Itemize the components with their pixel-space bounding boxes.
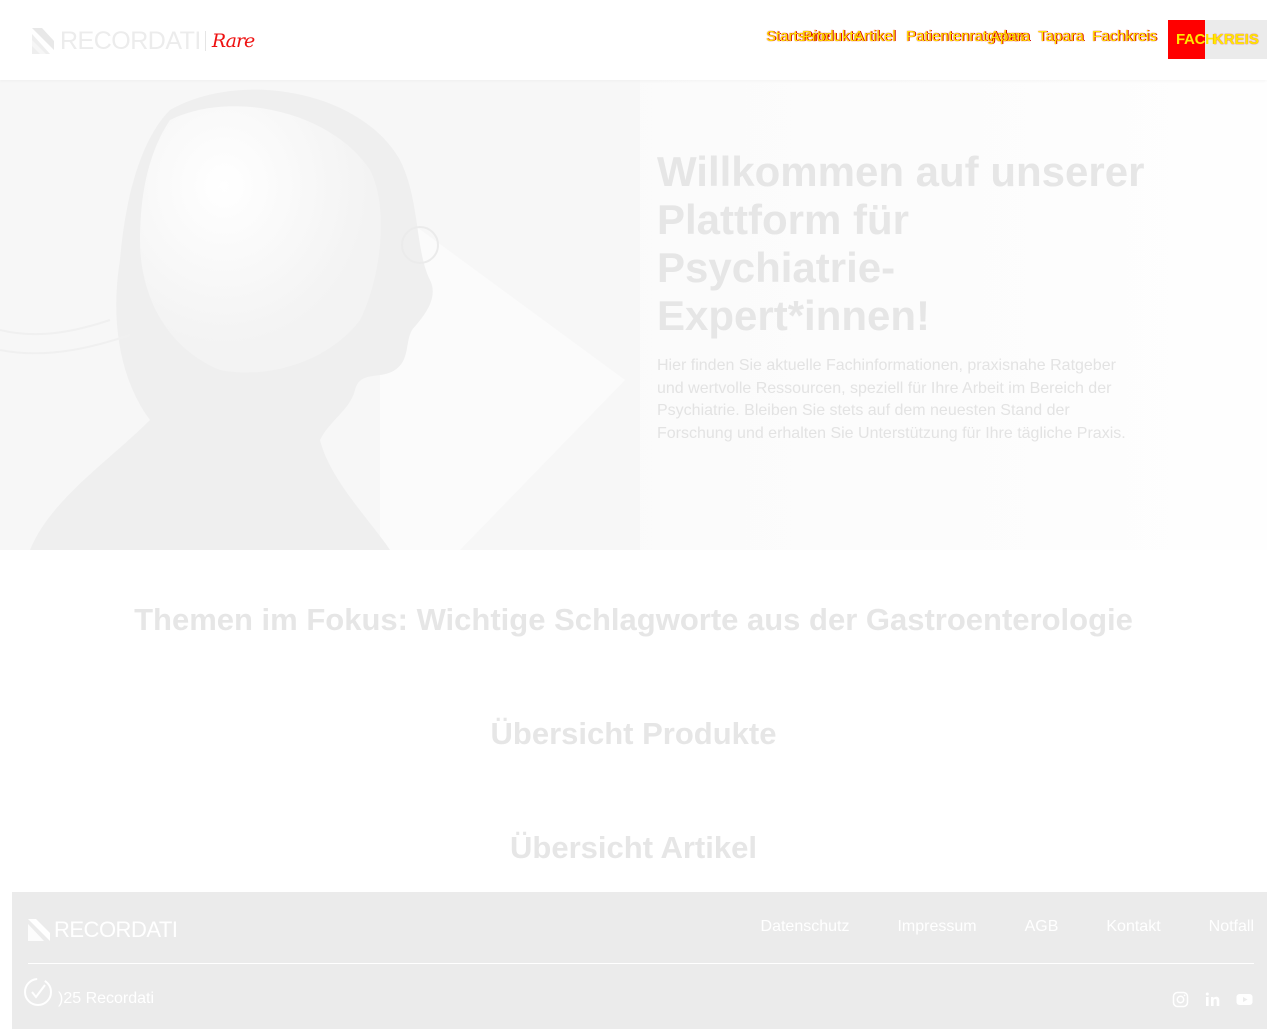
nav-item-artikel[interactable]: Artikel xyxy=(854,28,896,45)
footer-link-agb[interactable]: AGB xyxy=(1025,918,1059,936)
hero-description: Hier finden Sie aktuelle Fachinformation… xyxy=(657,357,1126,442)
hero-section: Willkommen auf unserer Plattform für Psy… xyxy=(0,80,1267,550)
footer-link-notfall[interactable]: Notfall xyxy=(1209,918,1254,936)
social-links xyxy=(1172,991,1253,1008)
footer-link-kontakt[interactable]: Kontakt xyxy=(1106,918,1160,936)
footer-logo[interactable]: RECORDATI xyxy=(28,917,178,943)
recordati-logo-mark-icon xyxy=(28,919,50,941)
site-footer: RECORDATI Datenschutz Impressum AGB Kont… xyxy=(12,892,1267,1029)
footer-divider xyxy=(28,963,1254,964)
footer-link-datenschutz[interactable]: Datenschutz xyxy=(761,918,850,936)
nav-item-tapara[interactable]: Tapara xyxy=(1038,28,1084,45)
hero-title: Willkommen auf unserer Plattform für Psy… xyxy=(657,148,1145,339)
logo-separator xyxy=(204,31,206,51)
logo-script: Rare xyxy=(211,30,255,52)
nav-item-fachkreis[interactable]: Fachkreis xyxy=(1092,28,1157,45)
footer-logo-wordmark: RECORDATI xyxy=(54,917,178,942)
focus-topics-heading: Themen im Fokus: Wichtige Schlagworte au… xyxy=(134,602,1133,637)
footer-links: Datenschutz Impressum AGB Kontakt Notfal… xyxy=(761,918,1254,936)
fachkreis-button-label: FACH xyxy=(1176,31,1216,48)
articles-overview-heading: Übersicht Artikel xyxy=(510,830,757,865)
main-nav: Startseite Produkte Artikel Patientenrat… xyxy=(766,28,1166,52)
instagram-icon[interactable] xyxy=(1172,991,1189,1008)
recordati-logo[interactable]: RECORDATI Rare xyxy=(32,26,255,56)
footer-link-impressum[interactable]: Impressum xyxy=(897,918,976,936)
hero-portrait-image xyxy=(0,80,640,550)
secondary-button-label: KREIS xyxy=(1213,31,1259,48)
cookie-consent-icon[interactable] xyxy=(22,976,54,1008)
youtube-icon[interactable] xyxy=(1236,991,1253,1008)
linkedin-icon[interactable] xyxy=(1204,991,1221,1008)
copyright-text: )25 Recordati xyxy=(58,990,155,1007)
products-overview-heading: Übersicht Produkte xyxy=(490,716,777,751)
recordati-logo-mark-icon xyxy=(32,28,54,54)
logo-wordmark: RECORDATI xyxy=(60,26,201,55)
nav-item-apara[interactable]: Apara xyxy=(990,28,1030,45)
site-header: RECORDATI Rare Startseite Produkte Artik… xyxy=(0,0,1267,80)
